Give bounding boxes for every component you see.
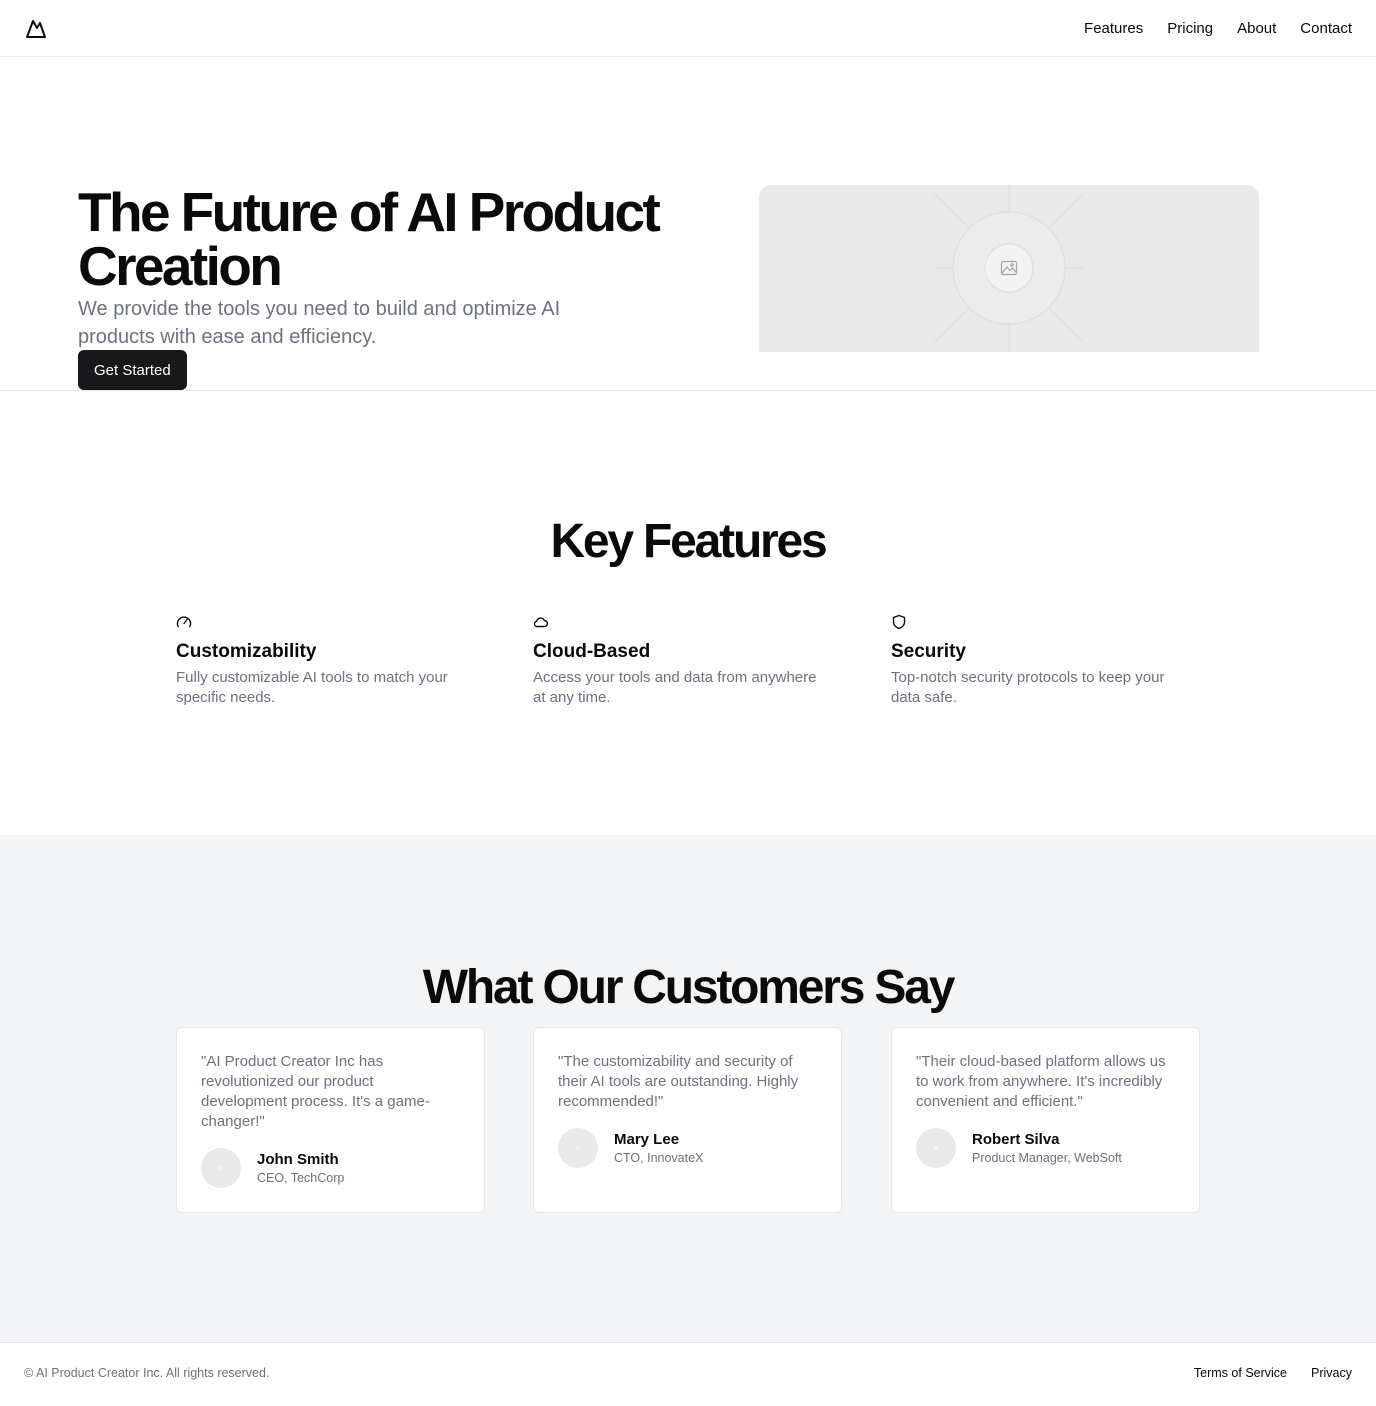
feature-customizability: Customizability Fully customizable AI to… (176, 614, 476, 708)
terms-of-service-link[interactable]: Terms of Service (1194, 1366, 1287, 1380)
feature-description: Access your tools and data from anywhere… (533, 669, 817, 706)
feature-title: Customizability (176, 641, 317, 662)
testimonial-author: John Smith CEO, TechCorp (201, 1148, 460, 1188)
author-role: CEO, TechCorp (257, 1170, 345, 1185)
gauge-icon (176, 616, 192, 628)
testimonial-quote: "Their cloud-based platform allows us to… (916, 1053, 1166, 1110)
testimonial-card: "The customizability and security of the… (533, 1027, 842, 1213)
hero-subtitle: We provide the tools you need to build a… (78, 298, 561, 348)
avatar (201, 1148, 241, 1188)
hero-title: The Future of AI Product Creation (78, 181, 661, 297)
hero-image-placeholder (759, 185, 1259, 352)
testimonial-card: "Their cloud-based platform allows us to… (891, 1027, 1200, 1213)
testimonials-section: What Our Customers Say "AI Product Creat… (0, 835, 1376, 1342)
nav-link-features[interactable]: Features (1084, 20, 1143, 37)
nav-link-contact[interactable]: Contact (1300, 20, 1352, 37)
hero-section: The Future of AI Product Creation We pro… (0, 57, 1376, 391)
features-title: Key Features (550, 515, 827, 568)
avatar (916, 1128, 956, 1168)
avatar (558, 1128, 598, 1168)
testimonial-quote: "AI Product Creator Inc has revolutioniz… (201, 1053, 430, 1130)
main-nav: Features Pricing About Contact (1084, 0, 1352, 56)
feature-cloud-based: Cloud-Based Access your tools and data f… (533, 614, 833, 708)
get-started-button[interactable]: Get Started (78, 350, 187, 390)
footer-links: Terms of Service Privacy (1194, 1366, 1352, 1380)
feature-security: Security Top-notch security protocols to… (891, 614, 1191, 708)
cloud-icon (533, 617, 549, 628)
author-name: Mary Lee (614, 1130, 680, 1148)
testimonial-author: Mary Lee CTO, InnovateX (558, 1128, 817, 1168)
author-name: Robert Silva (972, 1130, 1060, 1148)
testimonial-author: Robert Silva Product Manager, WebSoft (916, 1128, 1175, 1168)
site-header: Features Pricing About Contact (0, 0, 1376, 57)
author-name: John Smith (257, 1150, 339, 1168)
feature-title: Cloud-Based (533, 641, 651, 662)
author-role: CTO, InnovateX (614, 1150, 704, 1165)
site-footer: © AI Product Creator Inc. All rights res… (0, 1342, 1376, 1406)
nav-link-pricing[interactable]: Pricing (1167, 20, 1213, 37)
shield-icon (892, 614, 906, 630)
testimonial-card: "AI Product Creator Inc has revolutioniz… (176, 1027, 485, 1213)
feature-description: Fully customizable AI tools to match you… (176, 669, 448, 706)
testimonials-title: What Our Customers Say (422, 961, 956, 1014)
feature-title: Security (891, 641, 966, 662)
feature-description: Top-notch security protocols to keep you… (891, 669, 1165, 706)
testimonial-quote: "The customizability and security of the… (558, 1053, 799, 1110)
placeholder-pattern (933, 185, 1085, 352)
author-role: Product Manager, WebSoft (972, 1150, 1122, 1165)
mountain-icon[interactable] (24, 16, 48, 40)
copyright-text: © AI Product Creator Inc. All rights res… (24, 1366, 270, 1380)
privacy-link[interactable]: Privacy (1311, 1366, 1352, 1380)
nav-link-about[interactable]: About (1237, 20, 1276, 37)
